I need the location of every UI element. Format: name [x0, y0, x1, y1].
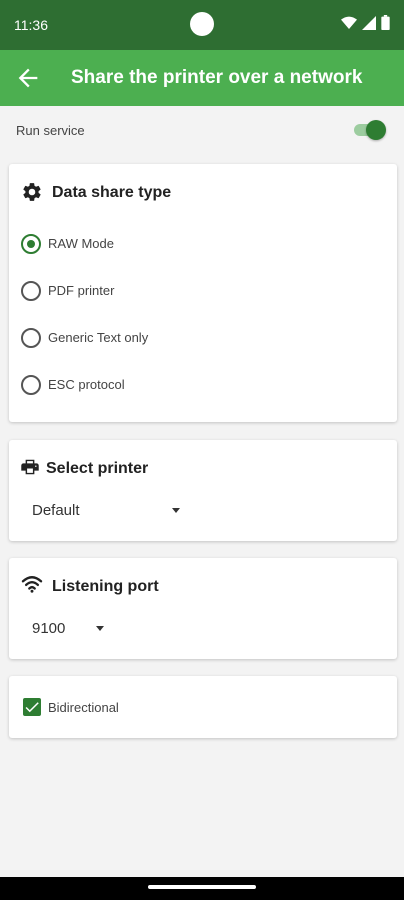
caret-down-icon: [172, 508, 180, 513]
listening-port-card: Listening port 9100: [9, 558, 397, 659]
caret-down-icon: [96, 626, 104, 631]
data-share-type-card: Data share type RAW Mode PDF printer Gen…: [9, 164, 397, 422]
wifi-icon: [341, 16, 357, 29]
run-service-label: Run service: [16, 123, 85, 138]
status-icons: [341, 15, 390, 30]
home-gesture-handle[interactable]: [148, 885, 256, 889]
radio-label: Generic Text only: [48, 330, 149, 345]
status-bar: 11:36: [0, 0, 404, 50]
app-bar: Share the printer over a network: [0, 50, 404, 106]
radio-esc-protocol[interactable]: ESC protocol: [21, 369, 321, 399]
wifi-icon: [21, 576, 43, 593]
radio-pdf-printer[interactable]: PDF printer: [21, 275, 321, 305]
printer-dropdown-value: Default: [32, 502, 80, 519]
radio-label: RAW Mode: [48, 236, 114, 251]
port-dropdown-value: 9100: [32, 620, 66, 637]
data-share-type-title: Data share type: [52, 184, 172, 201]
bidirectional-card: Bidirectional: [9, 676, 397, 738]
radio-label: PDF printer: [48, 283, 115, 298]
bidirectional-checkbox[interactable]: [23, 698, 41, 716]
switch-thumb: [366, 120, 386, 140]
status-time: 11:36: [14, 17, 48, 33]
battery-icon: [381, 15, 390, 30]
printer-icon: [21, 459, 39, 475]
radio-label: ESC protocol: [48, 377, 125, 392]
select-printer-title: Select printer: [46, 460, 149, 477]
back-button[interactable]: [14, 64, 42, 92]
camera-cutout: [190, 12, 214, 36]
arrow-back-icon: [18, 68, 38, 88]
radio-button: [21, 375, 41, 395]
check-icon: [25, 702, 39, 713]
radio-generic-text[interactable]: Generic Text only: [21, 322, 321, 352]
navigation-bar: [0, 877, 404, 900]
select-printer-card: Select printer Default: [9, 440, 397, 541]
run-service-switch[interactable]: [354, 120, 386, 140]
radio-button: [21, 234, 41, 254]
page-title: Share the printer over a network: [71, 67, 363, 88]
bidirectional-label: Bidirectional: [48, 700, 119, 715]
signal-icon: [362, 15, 376, 30]
radio-raw-mode[interactable]: RAW Mode: [21, 228, 321, 258]
gear-icon: [23, 183, 41, 201]
listening-port-title: Listening port: [52, 578, 159, 595]
radio-button: [21, 328, 41, 348]
run-service-row: Run service: [0, 106, 404, 154]
radio-button: [21, 281, 41, 301]
port-dropdown[interactable]: 9100: [32, 620, 122, 640]
printer-dropdown[interactable]: Default: [32, 502, 192, 522]
